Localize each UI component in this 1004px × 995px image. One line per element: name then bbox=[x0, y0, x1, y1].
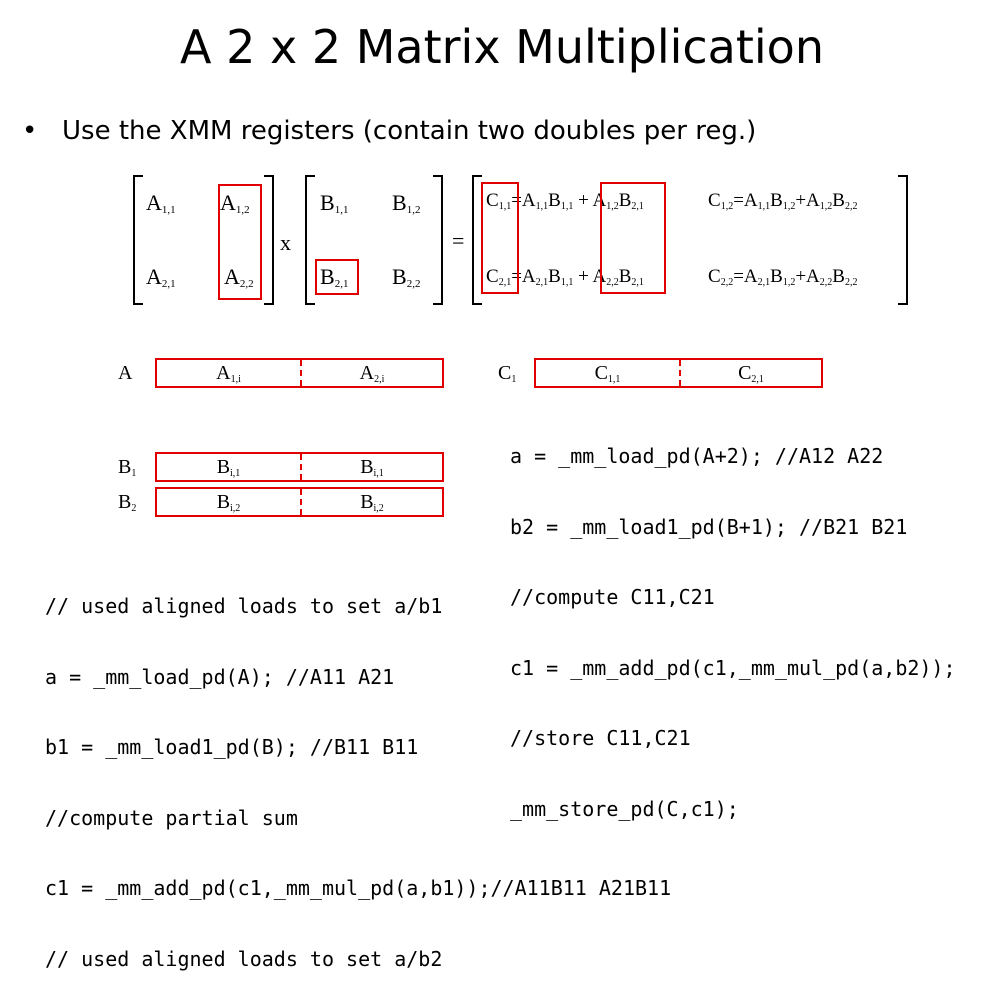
code-line: b2 = _mm_load1_pd(B+1); //B21 B21 bbox=[510, 514, 908, 539]
register-c1-label: C1 bbox=[498, 362, 517, 385]
register-b2: Bi,2 Bi,2 bbox=[155, 487, 444, 517]
matrix-b-right-bracket bbox=[433, 175, 443, 305]
register-b1-low: Bi,1 bbox=[216, 456, 241, 479]
matrix-a-11: A1,1 bbox=[146, 190, 176, 216]
matrix-b-11: B1,1 bbox=[320, 190, 349, 216]
matrix-a-left-bracket bbox=[133, 175, 143, 305]
highlight-a-column-2 bbox=[218, 184, 262, 300]
register-b2-label: B2 bbox=[118, 491, 137, 514]
bullet-marker: • bbox=[22, 116, 38, 146]
register-c1-high: C2,1 bbox=[738, 362, 764, 385]
matrix-b-left-bracket bbox=[305, 175, 315, 305]
matrix-a-21: A2,1 bbox=[146, 264, 176, 290]
register-b1-label: B1 bbox=[118, 456, 137, 479]
matrix-c-right-bracket bbox=[898, 175, 908, 305]
matrix-a-right-bracket bbox=[264, 175, 274, 305]
code-line: // used aligned loads to set a/b1 bbox=[45, 594, 443, 618]
highlight-c-column bbox=[481, 182, 519, 294]
code-line: c1 = _mm_add_pd(c1,_mm_mul_pd(a,b1));//A… bbox=[45, 876, 672, 900]
register-b1: Bi,1 Bi,1 bbox=[155, 452, 444, 482]
code-line: // used aligned loads to set a/b2 bbox=[45, 946, 443, 971]
register-b2-high: Bi,2 bbox=[360, 491, 384, 514]
matrix-b-22: B2,2 bbox=[392, 264, 421, 290]
matrix-c-22-formula: C2,2=A2,1B1,2+A2,2B2,2 bbox=[708, 266, 858, 288]
register-c1-low: C1,1 bbox=[594, 362, 621, 385]
register-a: A1,i A2,i bbox=[155, 358, 444, 388]
equals-sign: = bbox=[452, 228, 465, 253]
code-line: a = _mm_load_pd(A+2); //A12 A22 bbox=[510, 444, 884, 468]
code-line: b1 = _mm_load1_pd(B); //B11 B11 bbox=[45, 735, 419, 759]
code-line: //compute partial sum bbox=[45, 805, 298, 830]
register-c1: C1,1 C2,1 bbox=[534, 358, 823, 388]
slide-title: A 2 x 2 Matrix Multiplication bbox=[180, 20, 824, 74]
register-b1-high: Bi,1 bbox=[360, 456, 384, 479]
register-a-low: A1,i bbox=[216, 362, 241, 385]
code-line: a = _mm_load_pd(A); //A11 A21 bbox=[45, 664, 395, 689]
times-sign: x bbox=[280, 230, 291, 255]
matrix-c-12-formula: C1,2=A1,1B1,2+A1,2B2,2 bbox=[708, 190, 858, 212]
matrix-b-12: B1,2 bbox=[392, 190, 421, 216]
register-a-high: A2,i bbox=[359, 362, 385, 385]
code-block-left: // used aligned loads to set a/b1 a = _m… bbox=[45, 548, 671, 995]
highlight-b-21 bbox=[315, 259, 359, 295]
highlight-a12b21-column bbox=[600, 182, 666, 294]
bullet-text: Use the XMM registers (contain two doubl… bbox=[62, 116, 757, 146]
register-a-label: A bbox=[118, 362, 133, 384]
register-b2-low: Bi,2 bbox=[216, 491, 241, 514]
